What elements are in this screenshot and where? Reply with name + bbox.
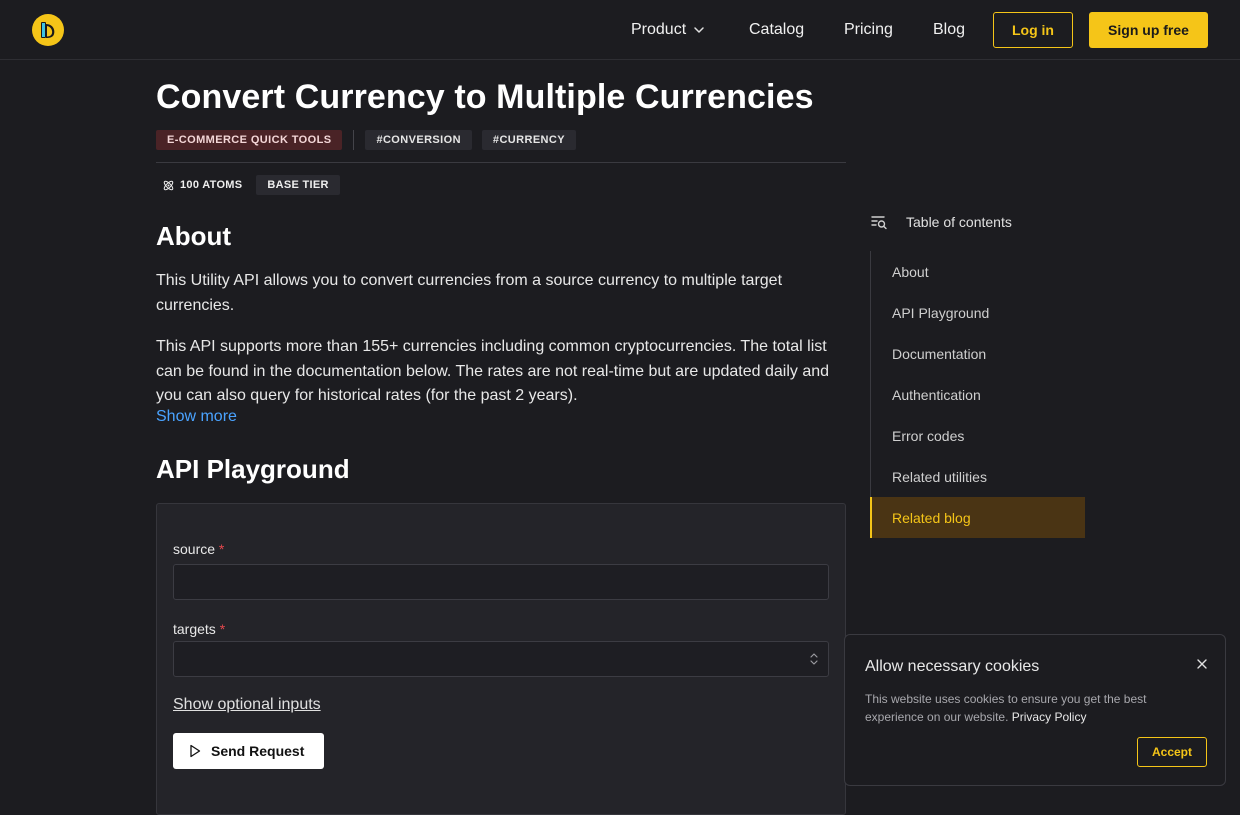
cookie-text: This website uses cookies to ensure you … [865, 690, 1185, 726]
cookie-banner: Allow necessary cookies This website use… [844, 634, 1226, 786]
login-button[interactable]: Log in [993, 12, 1073, 48]
atom-icon [163, 180, 174, 190]
toc-item-about[interactable]: About [871, 251, 1085, 292]
targets-required-mark: * [219, 621, 226, 637]
cookie-description: This website uses cookies to ensure you … [865, 692, 1147, 724]
send-request-label: Send Request [211, 743, 305, 759]
about-heading: About [156, 221, 232, 251]
source-required-mark: * [218, 541, 225, 557]
atoms-badge: 100 ATOMS [156, 175, 248, 195]
play-icon [190, 744, 201, 758]
show-optional-inputs-link[interactable]: Show optional inputs [173, 696, 321, 714]
privacy-policy-link[interactable]: Privacy Policy [1012, 710, 1087, 724]
api-playground-panel: source * targets * Show optional inputs … [156, 503, 846, 815]
category-tag[interactable]: E-COMMERCE QUICK TOOLS [156, 130, 343, 150]
brand-logo-graphic [41, 22, 55, 38]
source-label-text: source [173, 541, 216, 557]
toc-item-error-codes[interactable]: Error codes [871, 415, 1085, 456]
cookie-title: Allow necessary cookies [865, 658, 1040, 675]
nav-pricing[interactable]: Pricing [844, 0, 893, 59]
targets-label: targets * [173, 621, 225, 637]
top-navigation-bar: Product Catalog Pricing Blog Log in Sign… [0, 0, 1240, 60]
signup-button[interactable]: Sign up free [1089, 12, 1208, 48]
page-title: Convert Currency to Multiple Currencies [156, 78, 814, 116]
toc-item-documentation[interactable]: Documentation [871, 333, 1085, 374]
title-divider [156, 162, 846, 163]
tier-badge: BASE TIER [256, 175, 340, 195]
list-search-icon [871, 216, 887, 230]
toc-heading: Table of contents [906, 214, 1012, 230]
tag-currency[interactable]: #CURRENCY [481, 130, 576, 150]
tag-divider [353, 130, 355, 150]
source-label: source * [173, 541, 224, 557]
about-paragraph-2: This API supports more than 155+ currenc… [156, 338, 830, 405]
accept-cookies-button[interactable]: Accept [1137, 737, 1207, 767]
tag-conversion[interactable]: #CONVERSION [365, 130, 472, 150]
toc-item-authentication[interactable]: Authentication [871, 374, 1085, 415]
targets-select[interactable] [173, 641, 829, 677]
chevron-down-icon [694, 26, 704, 33]
close-icon[interactable] [1195, 657, 1209, 671]
chevron-updown-icon [810, 653, 818, 665]
nav-product-label: Product [631, 20, 687, 38]
nav-blog[interactable]: Blog [933, 0, 965, 59]
toc-item-related-utilities[interactable]: Related utilities [871, 456, 1085, 497]
tag-list: E-COMMERCE QUICK TOOLS #CONVERSION #CURR… [156, 130, 576, 150]
nav-catalog[interactable]: Catalog [749, 0, 804, 59]
api-playground-heading: API Playground [156, 454, 350, 484]
source-input[interactable] [173, 564, 829, 600]
toc-item-related-blog[interactable]: Related blog [870, 497, 1085, 538]
table-of-contents: About API Playground Documentation Authe… [870, 251, 1085, 538]
show-more-link[interactable]: Show more [156, 408, 237, 426]
nav-product[interactable]: Product [631, 0, 706, 59]
utility-meta: 100 ATOMS BASE TIER [156, 175, 340, 195]
send-request-button[interactable]: Send Request [173, 733, 324, 769]
toc-header: Table of contents [870, 213, 1012, 231]
toc-item-api-playground[interactable]: API Playground [871, 292, 1085, 333]
targets-label-text: targets [173, 621, 216, 637]
brand-logo-icon[interactable] [32, 14, 64, 46]
atoms-label: 100 ATOMS [180, 179, 243, 191]
about-paragraph-1: This Utility API allows you to convert c… [156, 272, 783, 314]
